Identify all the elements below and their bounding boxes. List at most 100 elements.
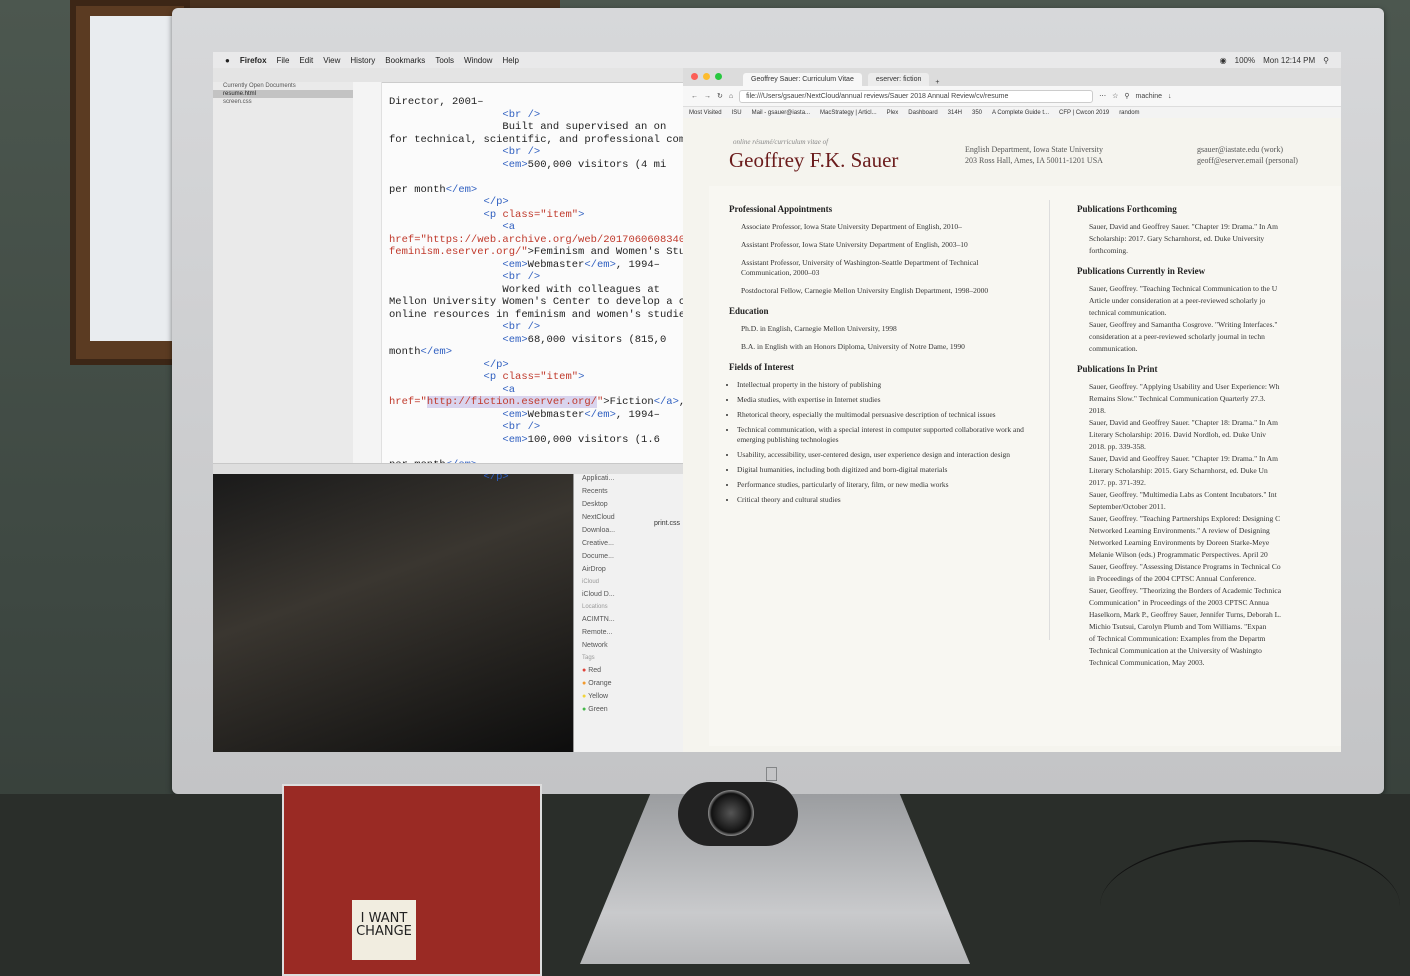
code-line[interactable]: <br /> <box>389 421 689 434</box>
finder-item[interactable]: iCloud D... <box>574 588 684 601</box>
minimize-window-icon[interactable] <box>703 73 710 80</box>
code-line[interactable]: </p> <box>389 196 689 209</box>
code-text-area[interactable]: Director, 2001– <br /> Built and supervi… <box>389 96 704 484</box>
menu-history[interactable]: History <box>350 56 375 65</box>
finder-item[interactable]: AirDrop <box>574 563 684 576</box>
download-icon[interactable]: ↓ <box>1168 93 1172 100</box>
bookmark-item[interactable]: 314H <box>948 110 962 116</box>
search-input[interactable]: machine <box>1136 93 1162 100</box>
interest-item: Usability, accessibility, user-centered … <box>737 450 1029 460</box>
menu-view[interactable]: View <box>323 56 340 65</box>
zoom-window-icon[interactable] <box>715 73 722 80</box>
home-icon[interactable]: ⌂ <box>729 93 733 100</box>
code-line[interactable] <box>389 171 689 184</box>
finder-item[interactable]: Remote... <box>574 626 684 639</box>
new-tab-icon[interactable]: + <box>935 79 939 86</box>
finder-tag[interactable]: ● Green <box>574 703 684 716</box>
page-actions-icon[interactable]: ⋯ <box>1099 92 1106 100</box>
url-bar[interactable]: file:///Users/gsauer/NextCloud/annual re… <box>739 89 1094 103</box>
code-line[interactable]: <p class="item"> <box>389 209 689 222</box>
tab-cv[interactable]: Geoffrey Sauer: Curriculum Vitae <box>743 73 862 86</box>
window-controls <box>691 73 722 80</box>
forward-icon[interactable]: → <box>704 93 711 100</box>
code-line[interactable]: <br /> <box>389 321 689 334</box>
code-line[interactable] <box>389 446 689 459</box>
tab-fiction[interactable]: eserver: fiction <box>867 73 930 86</box>
cv-left-column: Professional Appointments Associate Prof… <box>729 194 1029 510</box>
wifi-icon[interactable]: ◉ <box>1220 56 1227 65</box>
bookmark-item[interactable]: MacStrategy | Articl... <box>820 110 877 116</box>
bookmark-item[interactable]: ISU <box>732 110 742 116</box>
editor-titlebar[interactable] <box>213 68 683 83</box>
desktop-file-label[interactable]: print.css <box>654 520 680 527</box>
code-line[interactable]: Director, 2001– <box>389 96 689 109</box>
finder-tag[interactable]: ● Red <box>574 664 684 677</box>
menu-edit[interactable]: Edit <box>299 56 313 65</box>
code-line[interactable]: <br /> <box>389 109 689 122</box>
code-line[interactable]: href="http://fiction.eserver.org/">Ficti… <box>389 396 689 409</box>
finder-item[interactable]: Creative... <box>574 537 684 550</box>
code-line[interactable]: <a <box>389 384 689 397</box>
spotlight-icon[interactable]: ⚲ <box>1323 56 1329 65</box>
code-line[interactable]: href="https://web.archive.org/web/201706… <box>389 234 704 247</box>
menu-tools[interactable]: Tools <box>435 56 454 65</box>
code-line[interactable]: <em>Webmaster</em>, 1994– <box>389 409 689 422</box>
menu-file[interactable]: File <box>277 56 290 65</box>
code-line[interactable]: <em>500,000 visitors (4 mi <box>389 159 689 172</box>
tag-dot-icon: ● <box>582 680 587 687</box>
code-line[interactable]: <br /> <box>389 271 689 284</box>
finder-item[interactable]: Recents <box>574 485 684 498</box>
bookmark-item[interactable]: A Complete Guide t... <box>992 110 1049 116</box>
finder-item[interactable]: Docume... <box>574 550 684 563</box>
code-line[interactable]: month</em> <box>389 346 689 359</box>
apple-menu-icon[interactable]: ● <box>225 56 230 65</box>
finder-item[interactable]: ACIMTN... <box>574 613 684 626</box>
code-line[interactable]: <br /> <box>389 146 689 159</box>
bookmark-item[interactable]: Plex <box>887 110 899 116</box>
code-line[interactable]: </p> <box>389 359 689 372</box>
finder-tag[interactable]: ● Orange <box>574 677 684 690</box>
tag-dot-icon: ● <box>582 667 587 674</box>
menu-window[interactable]: Window <box>464 56 492 65</box>
reload-icon[interactable]: ↻ <box>717 92 723 100</box>
open-document-item[interactable]: resume.html <box>213 90 353 98</box>
code-line[interactable]: <em>68,000 visitors (815,0 <box>389 334 689 347</box>
email-link[interactable]: gsauer@iastate.edu (work) <box>1197 144 1298 155</box>
bookmark-item[interactable]: CFP | Cwcon 2019 <box>1059 110 1109 116</box>
menu-clock[interactable]: Mon 12:14 PM <box>1263 56 1315 65</box>
bookmark-item[interactable]: random <box>1119 110 1139 116</box>
bookmark-item[interactable]: Most Visited <box>689 110 722 116</box>
open-document-item[interactable]: screen.css <box>213 98 353 106</box>
cv-page: online résumé/curriculum vitae of Geoffr… <box>683 118 1341 752</box>
menu-bar: ● Firefox File Edit View History Bookmar… <box>213 52 1341 68</box>
section-heading: Publications In Print <box>1077 364 1158 374</box>
finder-item[interactable]: Desktop <box>574 498 684 511</box>
back-icon[interactable]: ← <box>691 93 698 100</box>
cv-address: English Department, Iowa State Universit… <box>965 144 1103 166</box>
code-line[interactable]: online resources in feminism and women's… <box>389 309 698 322</box>
code-line[interactable]: Worked with colleagues at <box>389 284 689 297</box>
code-line[interactable]: <em>100,000 visitors (1.6 <box>389 434 689 447</box>
close-window-icon[interactable] <box>691 73 698 80</box>
code-line[interactable]: <a <box>389 221 689 234</box>
code-line[interactable]: <em>Webmaster</em>, 1994– <box>389 259 689 272</box>
finder-item[interactable]: Network <box>574 639 684 652</box>
menu-help[interactable]: Help <box>502 56 518 65</box>
publication-line: Literary Scholarship: 2016. David Nordlo… <box>1089 430 1267 439</box>
code-line[interactable]: feminism.eserver.org/">Feminism and Wome… <box>389 246 704 259</box>
interests-list: Intellectual property in the history of … <box>729 380 1029 505</box>
menu-app-name[interactable]: Firefox <box>240 56 267 65</box>
bookmark-item[interactable]: 350 <box>972 110 982 116</box>
finder-tag[interactable]: ● Yellow <box>574 690 684 703</box>
battery-percent[interactable]: 100% <box>1235 56 1255 65</box>
code-line[interactable]: Mellon University Women's Center to deve… <box>389 296 704 309</box>
code-line[interactable]: for technical, scientific, and professio… <box>389 134 704 147</box>
bookmark-item[interactable]: Mail - gsauer@iasta... <box>752 110 810 116</box>
bookmark-item[interactable]: Dashboard <box>908 110 937 116</box>
code-line[interactable]: Built and supervised an on <box>389 121 689 134</box>
code-line[interactable]: <p class="item"> <box>389 371 689 384</box>
bookmark-star-icon[interactable]: ☆ <box>1112 92 1118 100</box>
email-link[interactable]: geoff@eserver.email (personal) <box>1197 155 1298 166</box>
menu-bookmarks[interactable]: Bookmarks <box>385 56 425 65</box>
code-line[interactable]: per month</em> <box>389 184 689 197</box>
